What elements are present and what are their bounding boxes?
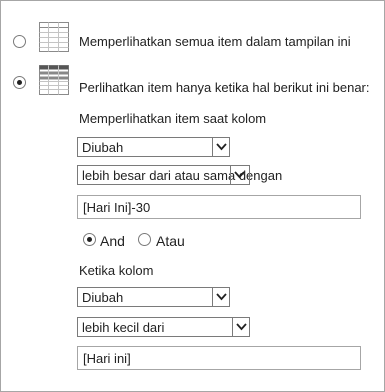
and-label: And <box>100 233 125 249</box>
filter2-column-select[interactable]: Diubah <box>77 287 230 307</box>
list-view-icon <box>38 21 70 56</box>
filter1-column-value: Diubah <box>82 140 124 155</box>
filtered-list-icon <box>38 64 70 99</box>
or-label: Atau <box>156 233 185 249</box>
and-radio[interactable] <box>83 233 96 246</box>
filter1-operator-select[interactable]: lebih besar dari atau sama dengan <box>77 165 282 185</box>
filter1-value-input[interactable] <box>83 199 355 215</box>
filter2-operator-value: lebih kecil dari <box>82 320 165 335</box>
filter-panel: Memperlihatkan semua item dalam tampilan… <box>0 0 385 392</box>
filter1-column-select[interactable]: Diubah <box>77 137 230 157</box>
filter1-value-field[interactable] <box>77 195 361 219</box>
show-filtered-radio[interactable] <box>13 76 26 89</box>
chevron-down-icon[interactable] <box>212 137 230 157</box>
chevron-down-icon[interactable] <box>212 287 230 307</box>
filter1-operator-value: lebih besar dari atau sama dengan <box>82 168 283 183</box>
filter2-value-field[interactable] <box>77 346 361 370</box>
chevron-down-icon[interactable] <box>232 317 250 337</box>
chevron-down-icon[interactable] <box>230 165 250 185</box>
or-radio[interactable] <box>138 233 151 246</box>
show-all-radio[interactable] <box>13 35 26 48</box>
filter2-operator-select[interactable]: lebih kecil dari <box>77 317 250 337</box>
filter1-column-label: Memperlihatkan item saat kolom <box>79 111 267 126</box>
filter2-value-input[interactable] <box>83 350 355 366</box>
filter2-column-label: Ketika kolom <box>79 263 154 278</box>
show-all-label: Memperlihatkan semua item dalam tampilan… <box>79 34 351 49</box>
filter2-column-value: Diubah <box>82 290 124 305</box>
show-filtered-label: Perlihatkan item hanya ketika hal beriku… <box>79 80 370 95</box>
